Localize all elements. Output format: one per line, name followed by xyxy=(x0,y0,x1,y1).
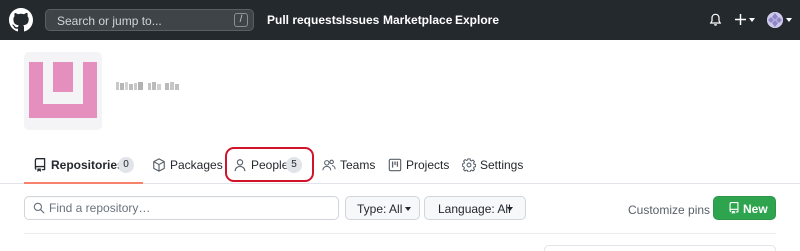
gear-icon xyxy=(462,158,476,172)
repositories-count-badge: 0 xyxy=(118,157,134,173)
nav-marketplace[interactable]: Marketplace xyxy=(383,13,452,27)
people-tab-highlight-annotation xyxy=(225,147,314,182)
tab-projects-label: Projects xyxy=(406,158,450,172)
search-shortcut-key: / xyxy=(234,13,248,27)
organization-tabs: Repositories 0 Packages People 5 Teams P… xyxy=(0,145,800,185)
find-repository-field[interactable] xyxy=(24,196,339,220)
new-button-label: New xyxy=(743,202,768,216)
project-icon xyxy=(388,158,402,172)
package-icon xyxy=(153,158,165,172)
language-filter-caret-icon xyxy=(507,207,513,211)
repo-icon xyxy=(34,158,46,172)
type-filter-caret-icon xyxy=(405,207,411,211)
repo-icon xyxy=(729,202,739,214)
github-logo-icon[interactable] xyxy=(9,8,33,32)
user-menu-caret-icon[interactable] xyxy=(786,18,792,22)
nav-pull-requests[interactable]: Pull requests xyxy=(267,13,342,27)
tab-settings[interactable]: Settings xyxy=(462,157,524,173)
tab-settings-label: Settings xyxy=(480,158,524,172)
search-placeholder: Search or jump to... xyxy=(57,14,162,28)
global-header: Search or jump to... / Pull requests Iss… xyxy=(0,0,800,40)
plus-icon[interactable] xyxy=(735,14,746,25)
tab-teams[interactable]: Teams xyxy=(322,157,376,173)
tab-repositories-label: Repositories xyxy=(51,158,124,172)
global-search-input[interactable]: Search or jump to... / xyxy=(45,9,254,31)
organization-name-blurred xyxy=(116,82,179,90)
search-icon xyxy=(33,202,45,214)
customize-pins-link[interactable]: Customize pins xyxy=(628,203,710,217)
tab-projects[interactable]: Projects xyxy=(388,157,450,173)
people-icon xyxy=(322,159,336,171)
tab-packages-label: Packages xyxy=(170,158,223,172)
language-filter-label: Language: All xyxy=(438,202,511,216)
type-filter-button[interactable]: Type: All xyxy=(345,196,420,220)
new-repository-button[interactable]: New xyxy=(713,196,776,220)
nav-explore[interactable]: Explore xyxy=(455,13,499,27)
tab-packages[interactable]: Packages xyxy=(152,157,223,173)
org-identicon xyxy=(29,62,97,118)
organization-avatar xyxy=(24,52,102,130)
nav-issues[interactable]: Issues xyxy=(342,13,379,27)
content-divider xyxy=(24,233,776,234)
bell-icon[interactable] xyxy=(709,13,722,27)
type-filter-label: Type: All xyxy=(357,202,403,216)
selected-tab-indicator xyxy=(24,182,143,184)
tab-teams-label: Teams xyxy=(340,158,376,172)
find-repository-input[interactable] xyxy=(49,200,329,216)
language-filter-button[interactable]: Language: All xyxy=(424,196,526,220)
create-menu-caret-icon[interactable] xyxy=(749,18,755,22)
sidebar-box xyxy=(544,245,776,251)
tab-repositories[interactable]: Repositories 0 xyxy=(33,157,137,173)
user-avatar[interactable] xyxy=(767,12,783,28)
avatar-pattern xyxy=(767,12,783,28)
